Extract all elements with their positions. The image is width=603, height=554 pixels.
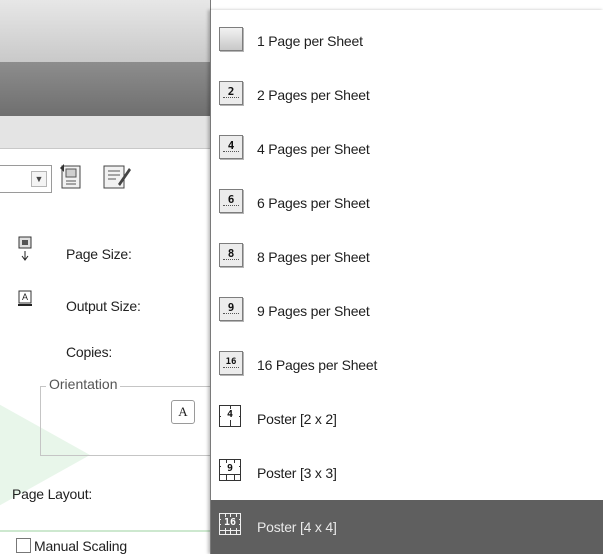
dialog-header-band: [0, 62, 210, 116]
six-pages-icon: 6: [219, 189, 243, 213]
menu-item-label: Poster [3 x 3]: [257, 465, 337, 481]
menu-item-label: 4 Pages per Sheet: [257, 141, 370, 157]
menu-item-label: 16 Pages per Sheet: [257, 357, 378, 373]
dialog-title-bar: [0, 0, 210, 62]
sixteen-pages-icon: 16: [219, 351, 243, 375]
orientation-legend: Orientation: [46, 376, 121, 392]
output-size-icon: A: [17, 290, 33, 308]
page-size-icon: [17, 236, 33, 261]
menu-item-9-pages[interactable]: 9 9 Pages per Sheet: [211, 284, 603, 338]
menu-item-poster-4x4[interactable]: 16 Poster [4 x 4]: [211, 500, 603, 554]
dialog-toolbar-band: [0, 116, 210, 149]
poster-2x2-icon: 4: [219, 405, 241, 427]
portrait-orientation-button[interactable]: A: [171, 400, 195, 424]
manual-scaling-label: Manual Scaling: [34, 538, 127, 554]
page-edit-icon: [103, 165, 131, 189]
menu-item-label: 6 Pages per Sheet: [257, 195, 370, 211]
menu-item-4-pages[interactable]: 4 4 Pages per Sheet: [211, 122, 603, 176]
menu-item-16-pages[interactable]: 16 16 Pages per Sheet: [211, 338, 603, 392]
menu-item-poster-3x3[interactable]: 9 Poster [3 x 3]: [211, 446, 603, 500]
menu-item-label: Poster [4 x 4]: [257, 519, 337, 535]
svg-text:A: A: [22, 292, 28, 302]
poster-4x4-icon: 16: [219, 513, 241, 535]
page-size-label: Page Size:: [66, 246, 132, 262]
menu-item-poster-2x2[interactable]: 4 Poster [2 x 2]: [211, 392, 603, 446]
eight-pages-icon: 8: [219, 243, 243, 267]
output-size-label: Output Size:: [66, 298, 141, 314]
one-page-icon: [219, 27, 243, 51]
menu-item-label: 2 Pages per Sheet: [257, 87, 370, 103]
chevron-down-icon[interactable]: ▼: [31, 171, 47, 187]
menu-item-6-pages[interactable]: 6 6 Pages per Sheet: [211, 176, 603, 230]
print-dialog-background: ▼ Page Size: A Output Size: Copies: Orie…: [0, 0, 210, 554]
page-edit-button[interactable]: [100, 162, 131, 192]
menu-item-label: 8 Pages per Sheet: [257, 249, 370, 265]
page-setup-button[interactable]: [58, 162, 86, 192]
four-pages-icon: 4: [219, 135, 243, 159]
printer-select[interactable]: ▼: [0, 165, 52, 193]
menu-item-label: 1 Page per Sheet: [257, 33, 363, 49]
manual-scaling-checkbox[interactable]: [16, 538, 31, 553]
two-pages-icon: 2: [219, 81, 243, 105]
copies-label: Copies:: [66, 344, 113, 360]
menu-top-edge: [210, 0, 603, 10]
menu-item-label: Poster [2 x 2]: [257, 411, 337, 427]
page-layout-dropdown: 1 Page per Sheet 2 2 Pages per Sheet 4 4…: [210, 10, 603, 554]
divider: [0, 530, 210, 532]
poster-3x3-icon: 9: [219, 459, 241, 481]
page-layout-label: Page Layout:: [12, 486, 93, 502]
menu-item-1-page[interactable]: 1 Page per Sheet: [211, 14, 603, 68]
menu-item-label: 9 Pages per Sheet: [257, 303, 370, 319]
page-setup-icon: [60, 164, 81, 189]
nine-pages-icon: 9: [219, 297, 243, 321]
menu-item-8-pages[interactable]: 8 8 Pages per Sheet: [211, 230, 603, 284]
menu-item-2-pages[interactable]: 2 2 Pages per Sheet: [211, 68, 603, 122]
